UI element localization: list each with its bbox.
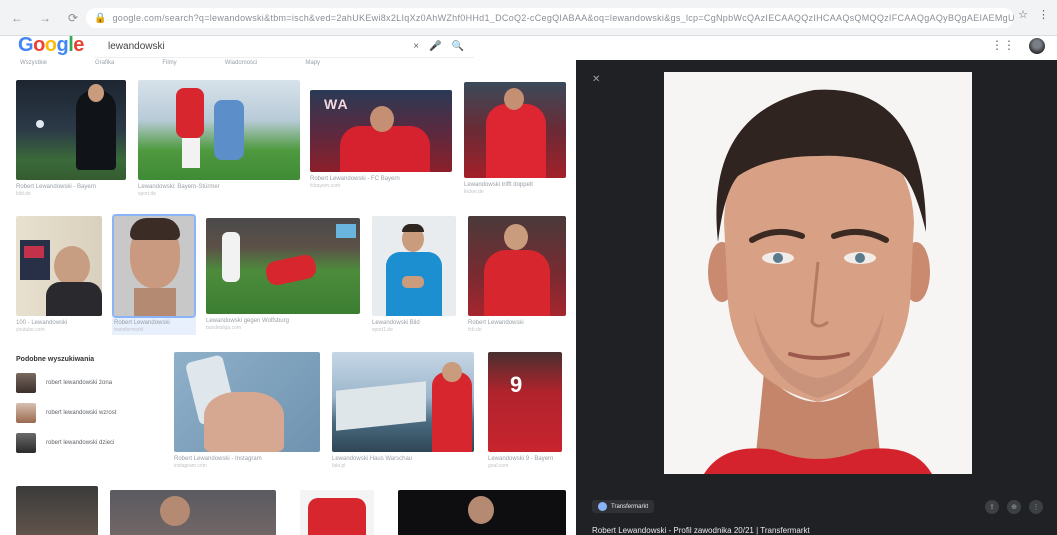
image-result[interactable] (398, 490, 566, 535)
related-searches: Podobne wyszukiwania robert lewandowski … (16, 356, 164, 476)
back-arrow-icon[interactable]: ← (6, 7, 28, 29)
tab-news[interactable]: Wiadomości (225, 60, 258, 70)
image-source: bundesliga.com (206, 325, 242, 331)
image-source: bild.de (16, 191, 31, 197)
source-chip[interactable]: Transfermarkt (592, 500, 655, 513)
related-item[interactable]: robert lewandowski wzrost (16, 403, 164, 423)
google-logo[interactable]: Google (18, 34, 84, 57)
source-label: Transfermarkt (611, 503, 649, 510)
tab-images[interactable]: Grafika (95, 60, 114, 70)
image-caption: Robert Lewandowski - Instagram (174, 456, 262, 462)
image-result[interactable]: Robert Lewandowski - Bayern bild.de (16, 80, 126, 197)
apps-grid-icon[interactable]: ⋮⋮ (991, 38, 1015, 54)
screen: ← → ⟳ ⌂ 🔒 google.com/search?q=lewandowsk… (0, 0, 1057, 535)
related-item[interactable]: robert lewandowski żona (16, 373, 164, 393)
image-result[interactable]: 9 Lewandowski 9 - Bayern goal.com (488, 352, 562, 469)
image-source: sport1.de (372, 327, 393, 333)
lock-icon: 🔒 (94, 12, 107, 24)
image-result[interactable]: WA Robert Lewandowski - FC Bayern fcbaye… (310, 90, 452, 189)
tab-videos[interactable]: Filmy (162, 60, 176, 70)
image-source: sport.de (138, 191, 157, 197)
search-icon[interactable]: 🔍 (452, 41, 464, 52)
search-box: × 🎤 🔍 (94, 36, 474, 58)
image-caption: Lewandowski trifft doppelt (464, 182, 533, 188)
more-options-icon[interactable]: ⋮ (1029, 500, 1043, 514)
image-caption: Robert Lewandowski (114, 320, 170, 326)
image-source: transfermarkt (114, 327, 144, 333)
image-source: instagram.com (174, 463, 207, 469)
related-title: Podobne wyszukiwania (16, 356, 95, 363)
image-source: fcb.de (468, 327, 482, 333)
image-results: Robert Lewandowski - Bayern bild.de Lewa… (0, 72, 576, 535)
image-caption: Lewandowski: Bayern-Stürmer (138, 184, 220, 190)
image-caption: Lewandowski Bild (372, 320, 420, 326)
image-caption: Lewandowski gegen Wolfsburg (206, 318, 289, 324)
image-result[interactable]: Lewandowski Haus Warschau fakt.pl (332, 352, 474, 469)
avatar[interactable] (1029, 38, 1045, 54)
image-result[interactable]: Robert Lewandowski - Instagram instagram… (174, 352, 320, 469)
url-text: google.com/search?q=lewandowski&tbm=isch… (112, 13, 1014, 23)
image-caption: 100 - Lewandowski (16, 320, 68, 326)
image-result[interactable]: Lewandowski trifft doppelt kicker.de (464, 82, 566, 195)
image-caption: Robert Lewandowski - Bayern (16, 184, 97, 190)
tab-maps[interactable]: Mapy (305, 60, 320, 70)
image-source: kicker.de (464, 189, 484, 195)
clear-icon[interactable]: × (413, 41, 419, 52)
image-result[interactable]: Lewandowski: Bayern-Stürmer sport.de (138, 80, 300, 197)
tab-all[interactable]: Wszystkie (20, 60, 47, 70)
browser-toolbar: ← → ⟳ ⌂ 🔒 google.com/search?q=lewandowsk… (0, 0, 1057, 36)
image-result[interactable]: Lewandowski Bild sport1.de (372, 216, 456, 333)
google-header: Google × 🎤 🔍 ⋮⋮ (0, 34, 1057, 60)
browser-menu-icon[interactable]: ⋮ (1038, 8, 1049, 21)
reload-icon[interactable]: ⟳ (62, 7, 84, 29)
filter-tabs: Wszystkie Grafika Filmy Wiadomości Mapy (20, 60, 560, 70)
image-caption: Robert Lewandowski (468, 320, 524, 326)
image-source: fcbayern.com (310, 183, 341, 189)
image-result[interactable]: 100 - Lewandowski youtube.com (16, 216, 102, 333)
image-result[interactable]: Lewandowski gegen Wolfsburg bundesliga.c… (206, 218, 360, 331)
related-thumb (16, 403, 36, 423)
bookmark-star-icon[interactable]: ☆ (1018, 8, 1028, 21)
image-caption: Lewandowski Haus Warschau (332, 456, 413, 462)
image-source: youtube.com (16, 327, 45, 333)
microphone-icon[interactable]: 🎤 (429, 41, 441, 52)
image-result[interactable] (16, 486, 98, 535)
search-input[interactable] (94, 41, 394, 52)
address-bar[interactable]: 🔒 google.com/search?q=lewandowski&tbm=is… (86, 8, 1014, 28)
portrait-illustration (664, 72, 972, 474)
image-result[interactable] (300, 490, 374, 535)
image-result[interactable]: Robert Lewandowski fcb.de (468, 216, 566, 333)
image-source: fakt.pl (332, 463, 346, 469)
image-source: goal.com (488, 463, 509, 469)
share-icon[interactable]: ⇪ (985, 500, 999, 514)
related-thumb (16, 373, 36, 393)
image-caption: Robert Lewandowski - FC Bayern (310, 176, 400, 182)
image-caption: Lewandowski 9 - Bayern (488, 456, 554, 462)
related-thumb (16, 433, 36, 453)
close-icon[interactable]: ✕ (592, 74, 600, 85)
image-viewer-panel: ✕ Transfermarkt ⇪ ⊕ ⋮ Robert Lewandowski… (576, 60, 1057, 535)
site-favicon-icon (598, 502, 607, 511)
image-result-selected[interactable]: Robert Lewandowski transfermarkt (112, 214, 196, 335)
related-item[interactable]: robert lewandowski dzieci (16, 433, 164, 453)
viewer-image-title[interactable]: Robert Lewandowski - Profil zawodnika 20… (592, 526, 810, 535)
preview-image[interactable] (664, 72, 972, 474)
image-result[interactable] (110, 490, 276, 535)
forward-arrow-icon[interactable]: → (34, 7, 56, 29)
save-icon[interactable]: ⊕ (1007, 500, 1021, 514)
